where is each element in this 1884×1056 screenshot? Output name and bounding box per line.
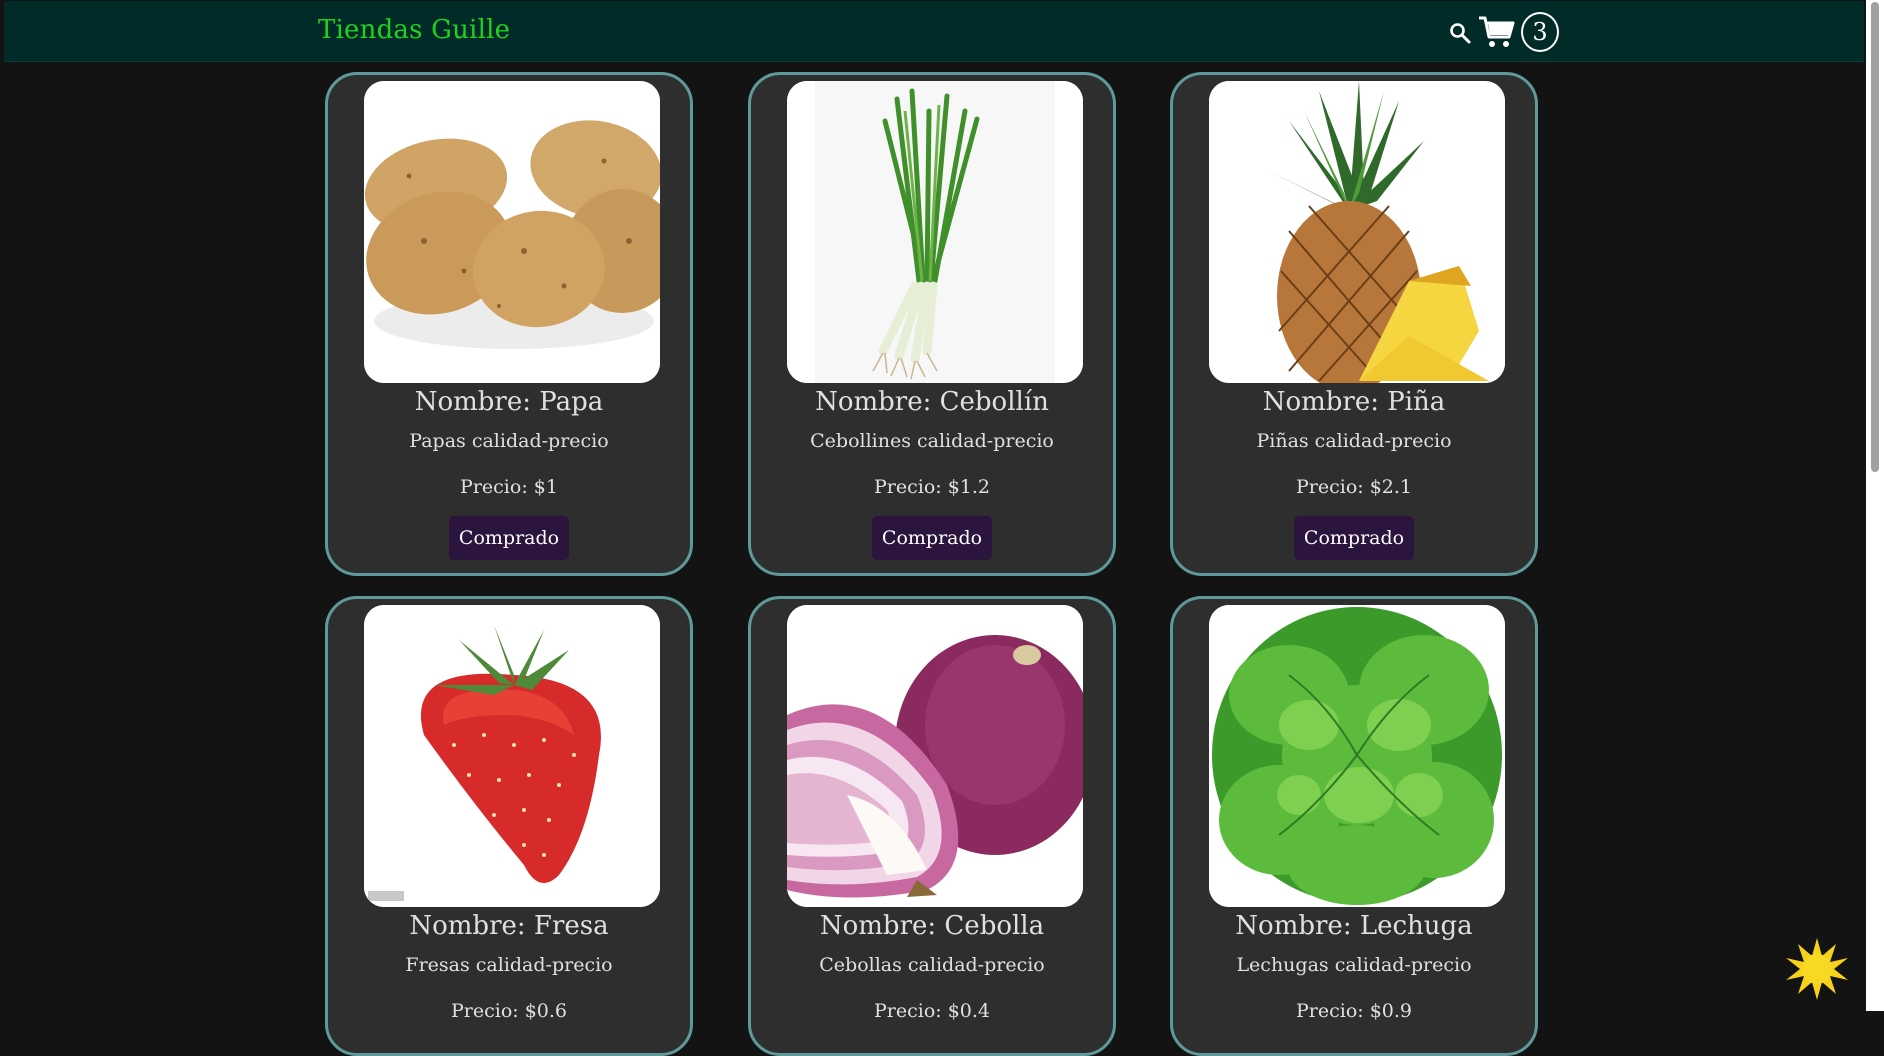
vertical-scrollbar[interactable] [1866, 0, 1884, 1011]
product-name: Nombre: Cebolla [819, 911, 1045, 941]
product-image-papa [364, 81, 660, 383]
product-card-fresa: Nombre: Fresa Fresas calidad-precio Prec… [325, 596, 693, 1056]
product-price: Precio: $0.6 [450, 1000, 567, 1022]
product-name: Nombre: Lechuga [1235, 911, 1473, 941]
product-price: Precio: $0.4 [873, 1000, 990, 1022]
brand-link[interactable]: Tiendas Guille [318, 15, 510, 45]
comprado-button[interactable]: Comprado [871, 516, 993, 560]
sun-icon[interactable] [1784, 936, 1850, 1002]
product-name: Nombre: Papa [414, 387, 604, 417]
product-card-cebollin: Nombre: Cebollín Cebollines calidad-prec… [748, 72, 1116, 576]
product-name: Nombre: Piña [1262, 387, 1446, 417]
product-description: Piñas calidad-precio [1256, 430, 1452, 452]
product-description: Fresas calidad-precio [405, 954, 613, 976]
product-description: Cebollines calidad-precio [810, 430, 1054, 452]
product-name: Nombre: Fresa [409, 911, 609, 941]
navbar: Tiendas Guille 3 [4, 1, 1864, 62]
product-price: Precio: $1.2 [873, 476, 990, 498]
product-image-lechuga [1209, 605, 1505, 907]
comprado-button[interactable]: Comprado [448, 516, 570, 560]
product-description: Cebollas calidad-precio [819, 954, 1045, 976]
product-description: Papas calidad-precio [409, 430, 609, 452]
scrollbar-thumb[interactable] [1871, 2, 1879, 472]
search-icon[interactable] [1448, 21, 1472, 45]
product-image-fresa [364, 605, 660, 907]
product-card-pina: Nombre: Piña Piñas calidad-precio Precio… [1170, 72, 1538, 576]
cart-icon[interactable] [1478, 15, 1516, 49]
product-image-pina [1209, 81, 1505, 383]
product-image-cebollin [787, 81, 1083, 383]
product-name: Nombre: Cebollín [815, 387, 1049, 417]
product-card-lechuga: Nombre: Lechuga Lechugas calidad-precio … [1170, 596, 1538, 1056]
comprado-button[interactable]: Comprado [1293, 516, 1415, 560]
product-card-cebolla: Nombre: Cebolla Cebollas calidad-precio … [748, 596, 1116, 1056]
product-card-papa: Nombre: Papa Papas calidad-precio Precio… [325, 72, 693, 576]
product-price: Precio: $0.9 [1295, 1000, 1412, 1022]
product-price: Precio: $2.1 [1295, 476, 1412, 498]
product-price: Precio: $1 [460, 476, 558, 498]
product-image-cebolla [787, 605, 1083, 907]
cart-count-badge[interactable]: 3 [1521, 12, 1559, 52]
product-description: Lechugas calidad-precio [1236, 954, 1472, 976]
